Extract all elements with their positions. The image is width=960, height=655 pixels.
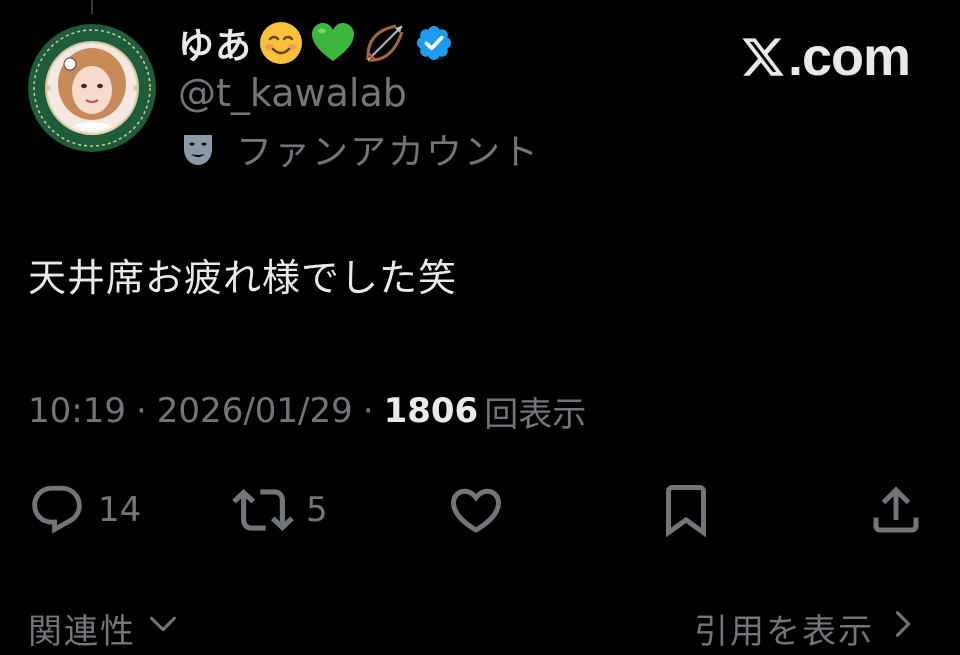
chevron-down-icon bbox=[146, 607, 180, 650]
author-avatar[interactable]: Yui Sakurai bbox=[28, 24, 156, 152]
heart-icon bbox=[446, 480, 506, 540]
account-label-row: ファンアカウント bbox=[178, 124, 540, 174]
x-logo-icon bbox=[740, 34, 786, 80]
view-quotes-link[interactable]: 引用を表示 bbox=[694, 602, 920, 654]
related-sort-label: 関連性 bbox=[28, 611, 136, 652]
tweet-time[interactable]: 10:19 bbox=[28, 391, 126, 431]
bookmark-icon bbox=[656, 480, 716, 540]
repost-icon bbox=[232, 479, 294, 541]
reply-icon bbox=[28, 481, 86, 539]
tweet-date[interactable]: 2026/01/29 bbox=[157, 391, 353, 431]
x-com-watermark: .com bbox=[740, 22, 911, 92]
views-label[interactable]: 回表示 bbox=[484, 387, 586, 436]
repost-count: 5 bbox=[306, 490, 328, 530]
meta-separator: · bbox=[362, 391, 374, 431]
bookmark-button[interactable] bbox=[656, 480, 716, 540]
account-label-text: ファンアカウント bbox=[236, 132, 541, 173]
share-button[interactable] bbox=[866, 480, 926, 540]
view-quotes-label: 引用を表示 bbox=[694, 611, 874, 652]
smiling-face-emoji-icon bbox=[258, 20, 304, 66]
tweet-footer-row: 関連性 引用を表示 bbox=[0, 602, 960, 654]
theater-mask-icon bbox=[178, 129, 218, 169]
author-display-name[interactable]: ゆあ bbox=[178, 17, 252, 69]
tweet-action-bar: 14 5 bbox=[0, 480, 960, 540]
author-name-row[interactable]: ゆあ bbox=[178, 14, 454, 72]
green-heart-emoji-icon bbox=[310, 20, 356, 66]
bow-and-arrow-emoji-icon bbox=[362, 20, 408, 66]
tweet-text: 天井席お疲れ様でした笑 bbox=[28, 256, 458, 300]
thread-connector-line bbox=[91, 0, 93, 14]
meta-separator: · bbox=[135, 391, 147, 431]
x-com-domain-text: .com bbox=[787, 27, 911, 87]
like-button[interactable] bbox=[446, 480, 506, 540]
tweet-meta-row: 10:19 · 2026/01/29 · 1806 回表示 bbox=[28, 386, 586, 436]
chevron-right-icon bbox=[886, 607, 920, 650]
views-count[interactable]: 1806 bbox=[384, 391, 479, 431]
author-handle[interactable]: @t_kawalab bbox=[178, 68, 407, 118]
reply-button[interactable]: 14 bbox=[28, 480, 141, 540]
related-sort-dropdown[interactable]: 関連性 bbox=[28, 602, 180, 654]
repost-button[interactable]: 5 bbox=[232, 480, 328, 540]
share-icon bbox=[866, 480, 926, 540]
reply-count: 14 bbox=[98, 490, 142, 530]
verified-badge-icon[interactable] bbox=[414, 23, 454, 63]
